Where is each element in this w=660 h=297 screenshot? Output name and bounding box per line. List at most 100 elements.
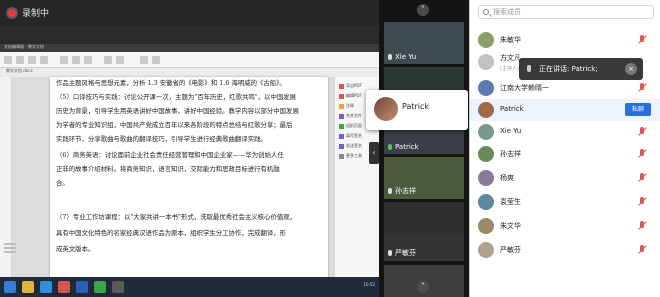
private-chat-button[interactable]: 私聊 <box>625 103 651 116</box>
mic-muted-icon[interactable] <box>637 221 647 231</box>
participant-name: 方文凡 <box>500 54 521 62</box>
tool-item[interactable]: 导出PDF <box>339 83 362 89</box>
speaker-hover-card: Patrick <box>366 90 468 130</box>
avatar <box>478 80 494 96</box>
avatar <box>478 124 494 140</box>
video-tile-name: 孙志祥 <box>388 186 416 196</box>
chevron-down-icon[interactable]: ˅ <box>417 281 429 293</box>
tool-item[interactable]: 填写签名 <box>339 133 362 139</box>
participant-name: Patrick <box>500 105 524 113</box>
document-page: 作品主题风格与思想元素，分析 1.3 安徽省的《电影》和 1.6 海明威的《古船… <box>50 77 328 277</box>
mic-muted-icon[interactable] <box>637 35 647 45</box>
tool-item[interactable]: 发送签名 <box>339 143 362 149</box>
participant-row[interactable]: 杨爽 <box>470 167 660 189</box>
folder-icon[interactable] <box>22 281 34 293</box>
doc-line: 正非的故事介绍材料，将商务知识，语言知识，交际能力和思政目标进行有机融 <box>56 165 280 173</box>
sign-icon <box>339 133 344 139</box>
participant-role: (主持人) <box>500 66 519 72</box>
search-input[interactable] <box>493 6 653 18</box>
send-icon <box>339 143 344 149</box>
doc-line: 历史为背景，引导学生用英语讲好中国故事，讲好中国经验。教学内容以部分中国发展 <box>56 107 299 115</box>
video-tile-name: 严敏芬 <box>388 248 416 258</box>
mic-muted-icon[interactable] <box>637 245 647 255</box>
toolbar-tool-icon <box>4 56 12 64</box>
video-tile-name: Xie Yu <box>388 53 416 61</box>
video-tile-name: Patrick <box>388 143 419 151</box>
participant-name: 孙志祥 <box>500 150 521 158</box>
video-tile[interactable]: Xie Yu <box>384 22 464 64</box>
edit-icon <box>339 93 344 99</box>
shared-screen: 文档编辑器 - 教学文档 教学文档.docx 作品主题风格与思想元素，分析 1.… <box>0 44 381 297</box>
tool-item[interactable]: 编辑PDF <box>339 93 362 99</box>
merge-icon <box>339 113 344 119</box>
app-icon[interactable] <box>112 281 124 293</box>
mic-muted-icon[interactable] <box>637 83 647 93</box>
organize-icon <box>339 123 344 129</box>
start-icon[interactable] <box>4 281 16 293</box>
avatar <box>374 97 398 121</box>
toolbar-tool-icon <box>40 56 48 64</box>
tool-item[interactable]: 更多工具 <box>339 153 362 159</box>
wechat-icon[interactable] <box>94 281 106 293</box>
doc-line: 具有中国文化特色的名家经典汉语作品为原本，组织学生分工协作，完成翻译，形 <box>56 229 287 237</box>
participant-row[interactable]: Xie Yu <box>470 121 660 143</box>
recording-label: 录制中 <box>22 9 50 19</box>
browser-icon[interactable] <box>40 281 52 293</box>
close-icon[interactable]: × <box>625 63 637 75</box>
participant-row[interactable]: 朱文华 <box>470 215 660 237</box>
participant-row[interactable]: 严敏芬 <box>470 239 660 261</box>
word-icon[interactable] <box>76 281 88 293</box>
doc-line: 合。 <box>56 179 69 187</box>
layout-grid-icon[interactable] <box>4 243 16 253</box>
collapse-sidebar-button[interactable]: ‹ <box>369 142 379 164</box>
toolbar-tool-icon <box>140 56 148 64</box>
mic-icon <box>527 65 531 72</box>
participant-name: 严敏芬 <box>500 246 521 254</box>
participant-row[interactable]: 朱敏华 <box>470 29 660 51</box>
participant-name: 袁莹生 <box>500 198 521 206</box>
participant-row[interactable]: 江南大学赖晴一 <box>470 77 660 99</box>
participant-row[interactable]: Patrick 私聊 <box>470 99 660 121</box>
avatar <box>478 32 494 48</box>
avatar <box>478 146 494 162</box>
avatar <box>478 102 494 118</box>
participant-name: 杨爽 <box>500 174 514 182</box>
participant-name: Xie Yu <box>500 127 522 135</box>
recording-icon[interactable] <box>6 7 18 19</box>
taskbar-clock: 10:52 <box>363 282 375 287</box>
mic-muted-icon[interactable] <box>637 173 647 183</box>
avatar <box>478 54 494 70</box>
video-tile[interactable]: 严敏芬 <box>384 233 464 261</box>
tool-item[interactable]: 合并文件 <box>339 113 362 119</box>
toolbar-tool-icon <box>152 56 160 64</box>
participant-row[interactable]: 孙志祥 <box>470 143 660 165</box>
pdf-app-icon[interactable] <box>58 281 70 293</box>
more-icon <box>339 153 344 159</box>
pdf-icon <box>339 83 344 89</box>
avatar <box>478 194 494 210</box>
mic-muted-icon[interactable] <box>637 197 647 207</box>
recording-bar: 录制中 <box>0 0 379 26</box>
video-strip: ˄ Xie Yu Patrick 孙志祥 严敏芬 ˅ <box>379 0 469 297</box>
avatar <box>478 218 494 234</box>
mic-icon <box>388 144 392 150</box>
toolbar-tool-icon <box>60 56 68 64</box>
mic-icon <box>388 250 392 256</box>
tool-item[interactable]: 组织页面 <box>339 123 362 129</box>
shared-window-titlebar: 文档编辑器 - 教学文档 <box>0 44 379 52</box>
participant-row[interactable]: 袁莹生 <box>470 191 660 213</box>
video-tile[interactable]: 孙志祥 <box>384 157 464 199</box>
doc-line: （7）专业工作坊课程：以"大家共讲一本书"形式，洗取最优秀社会主义核心价值观， <box>56 213 297 221</box>
mic-muted-icon[interactable] <box>637 149 647 159</box>
toolbar-tool-icon <box>84 56 92 64</box>
tool-item[interactable]: 注释 <box>339 103 354 109</box>
shared-screen-area: 录制中 文档编辑器 - 教学文档 教学文档.docx 作品主题风格与思想元素，分… <box>0 0 381 297</box>
meeting-window: 录制中 文档编辑器 - 教学文档 教学文档.docx 作品主题风格与思想元素，分… <box>0 0 660 297</box>
toolbar-tool-icon <box>16 56 24 64</box>
participants-panel: 朱敏华 方文凡 (主持人) 江南大学赖晴一 Patrick 私聊 Xie Yu … <box>469 0 660 297</box>
chevron-up-icon[interactable]: ˄ <box>417 4 429 16</box>
speaking-text: 正在讲话: Patrick; <box>539 65 598 73</box>
mic-muted-icon[interactable] <box>637 127 647 137</box>
search-box[interactable] <box>478 5 654 19</box>
participant-name: 朱文华 <box>500 222 521 230</box>
